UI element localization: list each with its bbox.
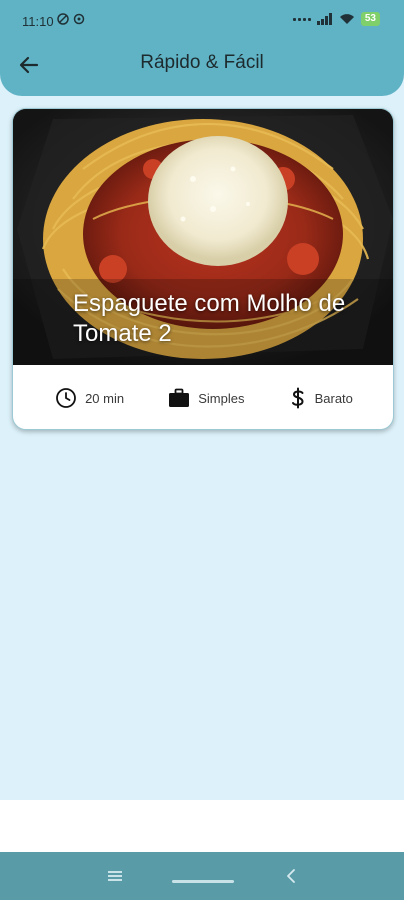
bottom-spacer — [0, 800, 404, 852]
page-title: Rápido & Fácil — [140, 52, 264, 73]
duration-info: 20 min — [55, 387, 124, 409]
system-navigation-bar — [0, 852, 404, 900]
complexity-info: Simples — [168, 387, 244, 409]
recipe-info-row: 20 min Simples Barato — [13, 365, 393, 429]
clock-icon — [56, 388, 76, 408]
cost-info: Barato — [289, 387, 353, 409]
recipe-card[interactable]: Espaguete com Molho de Tomate 2 20 min S… — [12, 108, 394, 430]
dollar-icon — [291, 387, 304, 409]
nav-back-icon[interactable] — [282, 866, 300, 886]
recipe-image: Espaguete com Molho de Tomate 2 — [13, 109, 393, 365]
signal-icon — [316, 13, 332, 25]
status-bar: 11:10 53 — [0, 0, 404, 40]
status-time: 11:10 — [22, 14, 54, 29]
wifi-icon — [339, 14, 354, 24]
duration-text: 20 min — [85, 390, 125, 406]
notification-icons — [57, 13, 85, 25]
app-bar: Rápido & Fácil — [0, 40, 404, 90]
signal-dots-icon — [292, 17, 311, 21]
app-header: 11:10 53 Rápido & Fácil — [0, 0, 404, 96]
recent-apps-icon[interactable] — [106, 866, 124, 886]
recipe-title: Espaguete com Molho de Tomate 2 — [73, 290, 346, 347]
sync-icon — [73, 13, 85, 25]
complexity-text: Simples — [198, 390, 245, 406]
cost-text: Barato — [314, 390, 353, 406]
battery-badge: 53 — [360, 12, 380, 26]
home-gesture-bar[interactable] — [172, 880, 234, 883]
briefcase-icon — [169, 388, 190, 407]
status-right-icons: 53 — [292, 12, 380, 26]
do-not-disturb-icon — [57, 13, 69, 25]
